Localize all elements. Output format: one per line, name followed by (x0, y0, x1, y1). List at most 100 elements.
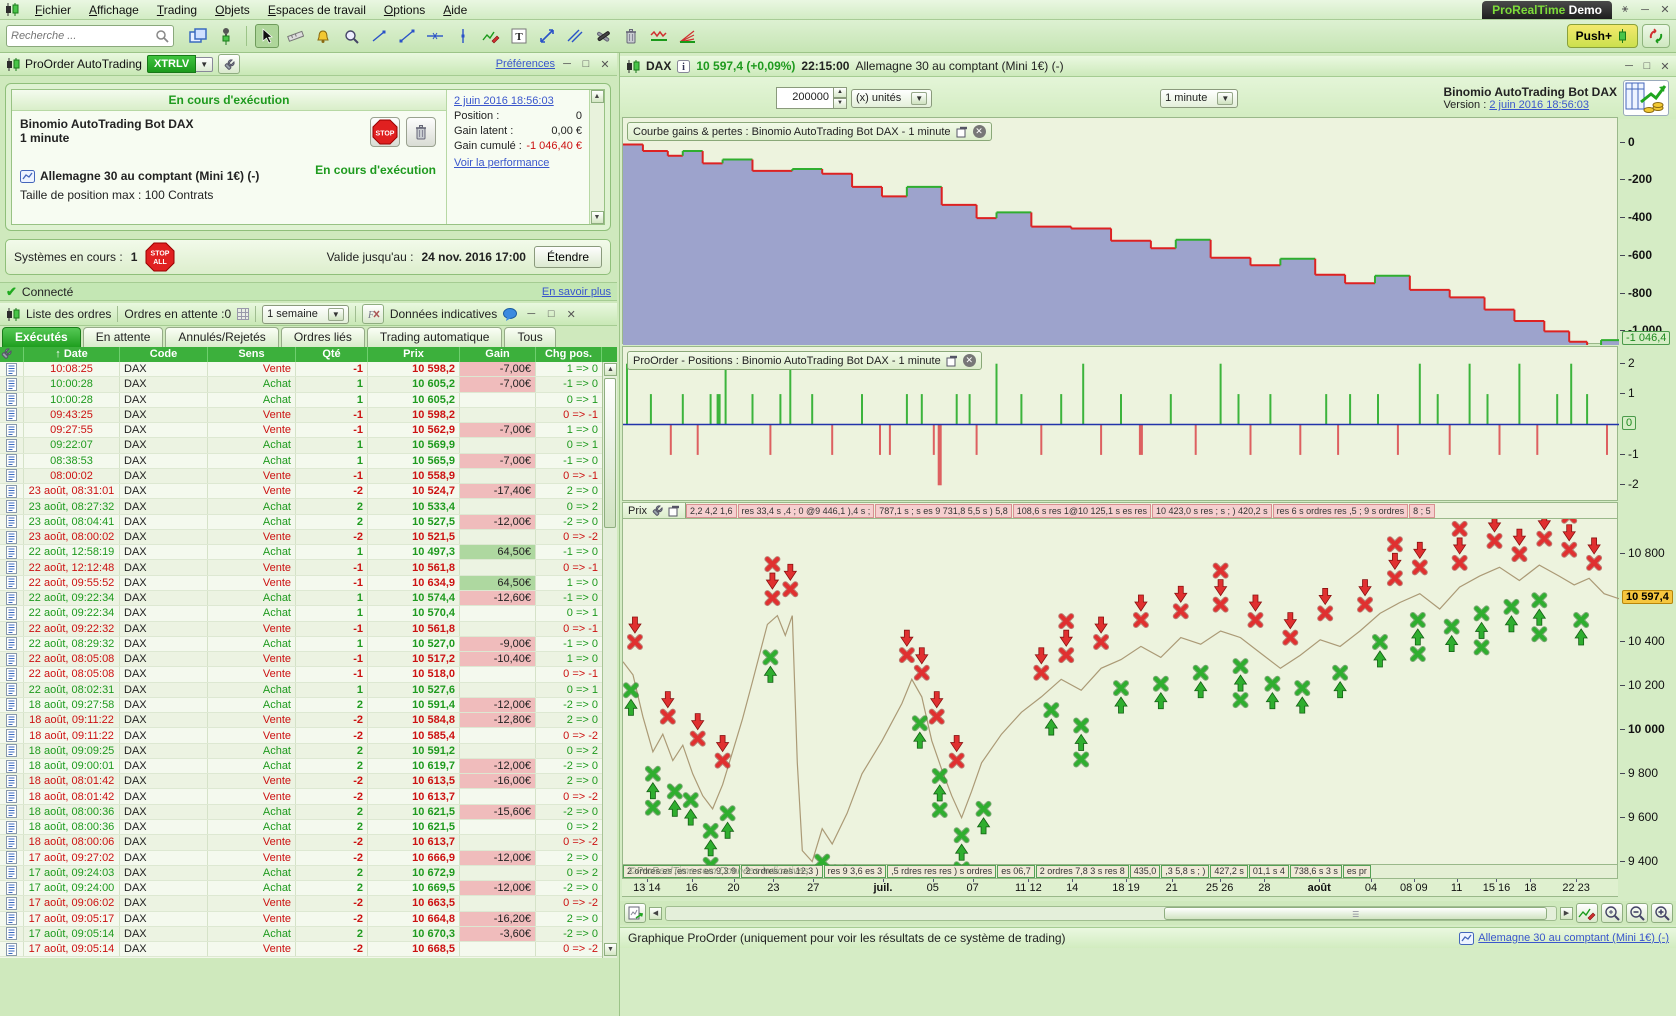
table-row[interactable]: 18 août, 08:01:42DAXVente-210 613,70 => … (0, 789, 602, 804)
column-header-prix[interactable]: Prix (368, 347, 460, 362)
instrument-list-icon[interactable] (214, 24, 238, 48)
table-row[interactable]: 22 août, 09:22:34DAXAchat110 574,4-12,60… (0, 591, 602, 606)
table-row[interactable]: 18 août, 08:00:06DAXVente-210 613,70 => … (0, 835, 602, 850)
annotate-chart-icon[interactable] (479, 24, 503, 48)
alert-bell-icon[interactable] (311, 24, 335, 48)
search-box[interactable] (6, 25, 174, 47)
workspace-icon[interactable] (186, 24, 210, 48)
tab-annulés-rejetés[interactable]: Annulés/Rejetés (165, 327, 278, 347)
menu-item-aide[interactable]: Aide (434, 1, 476, 19)
minimize-button[interactable]: ─ (1638, 4, 1652, 16)
instrument-link[interactable]: Allemagne 30 au comptant (Mini 1€) (-) (1478, 932, 1669, 944)
help-bubble-icon[interactable] (503, 308, 518, 321)
popout-icon[interactable] (956, 126, 968, 138)
menu-item-options[interactable]: Options (375, 1, 434, 19)
table-row[interactable]: 22 août, 09:55:52DAXVente-110 634,964,50… (0, 576, 602, 591)
performance-link[interactable]: Voir la performance (454, 157, 582, 169)
refresh-button[interactable] (1642, 24, 1670, 48)
table-row[interactable]: 17 août, 09:05:14DAXAchat210 670,3-3,60€… (0, 927, 602, 942)
table-tools-icon[interactable] (0, 347, 24, 362)
orders-minimize-button[interactable]: ─ (524, 308, 538, 320)
table-row[interactable]: 23 août, 08:27:32DAXAchat210 533,40 => 2 (0, 499, 602, 514)
pin-icon[interactable]: ⚹ (1618, 3, 1632, 16)
table-row[interactable]: 23 août, 08:31:01DAXVente-210 524,7-17,4… (0, 484, 602, 499)
learn-more-link[interactable]: En savoir plus (542, 286, 611, 298)
table-row[interactable]: 17 août, 09:05:17DAXVente-210 664,8-16,2… (0, 912, 602, 927)
orders-scroll-up[interactable]: ▲ (604, 363, 617, 376)
account-dropdown[interactable]: XTRLV▼ (147, 55, 213, 73)
tools-settings-icon[interactable] (591, 24, 615, 48)
point-line-icon[interactable] (367, 24, 391, 48)
table-row[interactable]: 23 août, 08:00:02DAXVente-210 521,50 => … (0, 530, 602, 545)
trend-line-icon[interactable] (395, 24, 419, 48)
timeframe-dropdown[interactable]: 1 minute▼ (1160, 89, 1238, 108)
horizontal-scrollbar[interactable]: ☰ (665, 906, 1557, 921)
tab-ordres-liés[interactable]: Ordres liés (281, 327, 365, 347)
proorder-settings-button[interactable] (218, 54, 240, 74)
table-row[interactable]: 22 août, 09:22:32DAXVente-110 561,80 => … (0, 622, 602, 637)
table-row[interactable]: 10:00:28DAXAchat110 605,2-7,00€-1 => 0 (0, 377, 602, 392)
orders-maximize-button[interactable]: □ (544, 308, 558, 320)
zoom-in-button[interactable] (1651, 903, 1673, 923)
table-row[interactable]: 22 août, 08:02:31DAXAchat110 527,60 => 1 (0, 683, 602, 698)
table-row[interactable]: 18 août, 08:00:36DAXAchat210 621,5-15,60… (0, 805, 602, 820)
table-row[interactable]: 17 août, 09:24:00DAXAchat210 669,5-12,00… (0, 881, 602, 896)
table-row[interactable]: 18 août, 09:27:58DAXAchat210 591,4-12,00… (0, 698, 602, 713)
unit-dropdown[interactable]: (x) unités▼ (851, 89, 932, 108)
vertical-line-icon[interactable] (451, 24, 475, 48)
quantity-value[interactable]: 200000 (776, 87, 834, 109)
menu-item-espaces-de-travail[interactable]: Espaces de travail (259, 1, 375, 19)
search-input[interactable] (11, 30, 155, 42)
table-row[interactable]: 08:38:53DAXAchat110 565,9-7,00€-1 => 0 (0, 454, 602, 469)
chart-mode-button[interactable] (624, 903, 646, 923)
cursor-icon[interactable] (255, 24, 279, 48)
zoom-chart-icon[interactable] (339, 24, 363, 48)
scroll-left-button[interactable]: ◀ (649, 907, 662, 920)
table-row[interactable]: 08:00:02DAXVente-110 558,90 => -1 (0, 469, 602, 484)
table-row[interactable]: 18 août, 08:00:36DAXAchat210 621,50 => 2 (0, 820, 602, 835)
price-settings-icon[interactable] (651, 504, 664, 517)
table-row[interactable]: 18 août, 09:11:22DAXVente-210 585,40 => … (0, 728, 602, 743)
table-row[interactable]: 22 août, 12:58:19DAXAchat110 497,364,50€… (0, 545, 602, 560)
stop-all-button[interactable]: STOPALL (145, 242, 175, 272)
filter-button[interactable]: F (362, 304, 384, 324)
table-row[interactable]: 18 août, 08:01:42DAXVente-210 613,5-16,0… (0, 774, 602, 789)
table-row[interactable]: 09:27:55DAXVente-110 562,9-7,00€1 => 0 (0, 423, 602, 438)
gains-pertes-chart[interactable]: Courbe gains & pertes : Binomio AutoTrad… (622, 117, 1618, 344)
panel-minimize-button[interactable]: ─ (560, 58, 574, 70)
column-header-chg-pos-[interactable]: Chg pos. (536, 347, 602, 362)
quantity-down-button[interactable]: ▼ (834, 98, 847, 109)
version-link[interactable]: 2 juin 2016 18:56:03 (1489, 99, 1589, 111)
popout-icon[interactable] (668, 505, 680, 517)
orders-scrollbar[interactable]: ▲ ▼ (602, 362, 617, 958)
table-row[interactable]: 10:00:28DAXAchat110 605,20 => 1 (0, 393, 602, 408)
delete-system-button[interactable] (406, 117, 436, 147)
column-header-qt-[interactable]: Qté (296, 347, 368, 362)
ruler-icon[interactable] (283, 24, 307, 48)
table-row[interactable]: 18 août, 09:00:01DAXAchat210 619,7-12,00… (0, 759, 602, 774)
positions-chart[interactable]: ProOrder - Positions : Binomio AutoTradi… (622, 346, 1618, 501)
table-row[interactable]: 22 août, 09:22:34DAXAchat110 570,40 => 1 (0, 606, 602, 621)
info-icon[interactable]: i (677, 60, 690, 73)
horizontal-segment-icon[interactable] (423, 24, 447, 48)
preferences-link[interactable]: Préférences (496, 58, 555, 70)
menu-item-objets[interactable]: Objets (206, 1, 259, 19)
column-header-sens[interactable]: Sens (208, 347, 296, 362)
table-row[interactable]: 10:08:25DAXVente-110 598,2-7,00€1 => 0 (0, 362, 602, 377)
table-row[interactable]: 23 août, 08:04:41DAXAchat210 527,5-12,00… (0, 515, 602, 530)
table-row[interactable]: 18 août, 09:09:25DAXAchat210 591,20 => 2 (0, 744, 602, 759)
tab-tous[interactable]: Tous (504, 327, 555, 347)
table-row[interactable]: 22 août, 08:29:32DAXAchat110 527,0-9,00€… (0, 637, 602, 652)
table-row[interactable]: 22 août, 08:05:08DAXVente-110 517,2-10,4… (0, 652, 602, 667)
popout-icon[interactable] (946, 355, 958, 367)
column-header-date[interactable]: ↑ Date (24, 347, 120, 362)
tab-en-attente[interactable]: En attente (83, 327, 164, 347)
scroll-down-button[interactable]: ▼ (591, 211, 604, 224)
scroll-up-button[interactable]: ▲ (591, 90, 604, 103)
table-row[interactable]: 17 août, 09:24:03DAXAchat210 672,90 => 2 (0, 866, 602, 881)
table-row[interactable]: 09:22:07DAXAchat110 569,90 => 1 (0, 438, 602, 453)
zoom-out-button[interactable] (1626, 903, 1648, 923)
text-tool-icon[interactable]: T (507, 24, 531, 48)
table-row[interactable]: 17 août, 09:06:02DAXVente-210 663,50 => … (0, 896, 602, 911)
tab-trading-automatique[interactable]: Trading automatique (367, 327, 503, 347)
